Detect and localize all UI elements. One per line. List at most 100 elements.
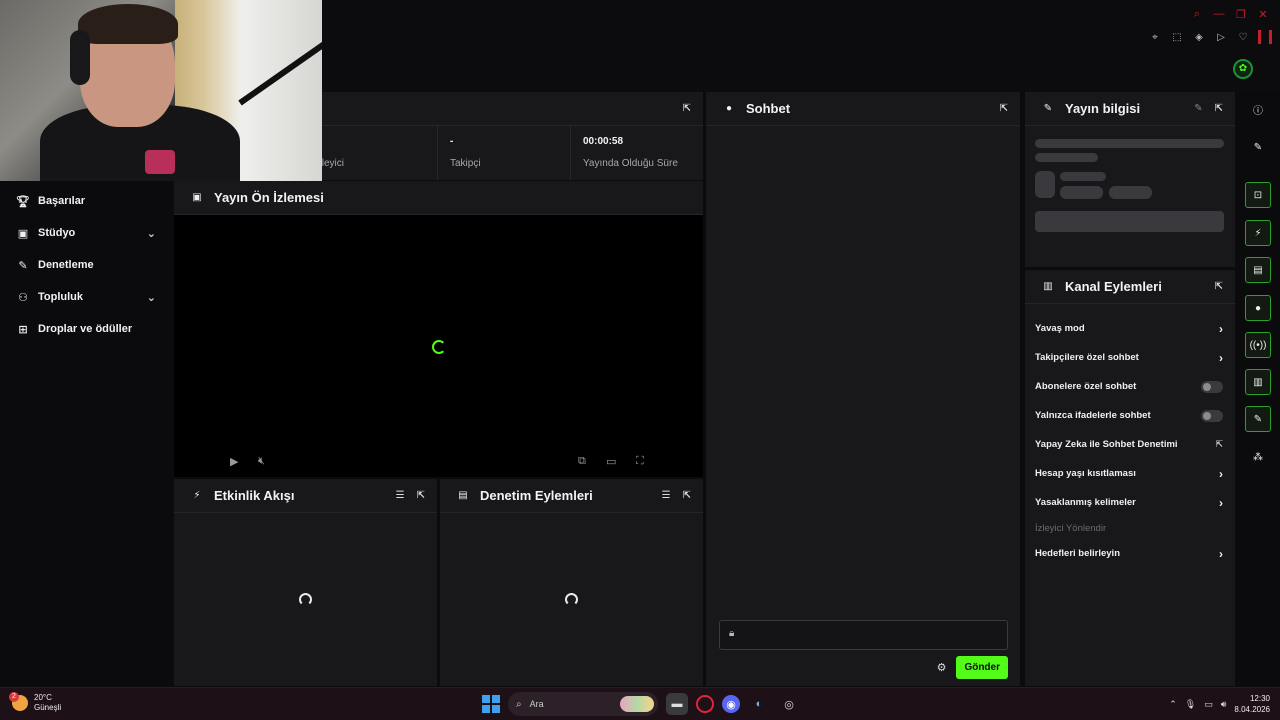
minimize-icon[interactable]: — [1212, 8, 1226, 21]
action-label: Takipçilere özel sohbet [1035, 352, 1139, 363]
stat-uptime-label: Yayında Olduğu Süre [583, 158, 678, 169]
broadcast-icon[interactable]: ((•)) [1245, 332, 1271, 358]
heart-icon[interactable]: ♡ [1236, 32, 1250, 43]
pin-icon[interactable]: ⌖ [1148, 32, 1162, 43]
send-button[interactable]: Gönder [956, 656, 1008, 679]
info-icon[interactable]: ⓘ [1245, 96, 1271, 122]
stat-uptime: 00:00:58 Yayında Olduğu Süre [571, 126, 703, 180]
date: 8.04.2026 [1234, 705, 1270, 714]
obs-icon[interactable]: ◎ [778, 693, 800, 715]
document-icon[interactable]: ▤ [1245, 257, 1271, 283]
add-widget-icon[interactable]: ⁂ [1245, 444, 1271, 470]
sidebar-item-achievements[interactable]: 🏆︎ Başarılar [0, 185, 172, 217]
skeleton-line [1035, 139, 1224, 148]
popout-icon[interactable]: ⇱ [683, 103, 691, 114]
sidebar-item-studio[interactable]: ▣ Stüdyo ⌄ [0, 217, 172, 249]
chevron-up-icon[interactable]: ⌃ [1169, 699, 1177, 710]
sidebar-item-label: Başarılar [38, 195, 86, 207]
action-ai-moderation[interactable]: Yapay Zeka ile Sohbet Denetimi ⇱ [1025, 430, 1235, 459]
modactions-panel-header: ▤ Denetim Eylemleri ☰ ⇱ [440, 479, 703, 513]
restore-icon[interactable]: ❐ [1234, 8, 1248, 21]
opera-browser-icon[interactable] [696, 695, 714, 713]
volume-icon[interactable]: 🔊︎ [1221, 699, 1227, 710]
steam-icon[interactable]: ◐ [748, 693, 770, 715]
focus-icon[interactable]: ⊡ [1245, 182, 1271, 208]
temperature: 20°C [34, 693, 52, 702]
discord-icon[interactable]: ◉ [722, 695, 740, 713]
action-label: Yavaş mod [1035, 323, 1085, 334]
chevron-right-icon: › [1219, 546, 1223, 561]
activity-title: Etkinlik Akışı [214, 488, 295, 503]
play-icon[interactable]: ▶ [230, 455, 238, 468]
popout-icon[interactable]: ⇱ [417, 490, 425, 501]
weather-widget[interactable]: 2 20°C Güneşli [9, 692, 61, 713]
sidebar-toggle-bar-2[interactable] [1269, 30, 1272, 44]
loading-spinner [432, 340, 446, 354]
filter-icon[interactable]: ☰ [662, 490, 671, 501]
chevron-down-icon[interactable]: ⌄ [147, 291, 156, 304]
windows-start-icon[interactable] [482, 695, 500, 713]
edit-icon[interactable]: ✎ [1245, 134, 1271, 160]
sidebar-item-community[interactable]: ⚇ Topluluk ⌄ [0, 281, 172, 313]
sidebar-item-label: Stüdyo [38, 227, 76, 239]
clock[interactable]: 12:30 8.04.2026 [1234, 693, 1270, 715]
moderation-actions-panel: ▤ Denetim Eylemleri ☰ ⇱ [440, 479, 703, 686]
sidebar-toggle-bar[interactable] [1258, 30, 1261, 44]
sun-icon: 2 [9, 692, 28, 711]
chat-send-row: ⚙ Gönder [719, 656, 1008, 679]
fullscreen-icon[interactable]: ⛶ [636, 455, 644, 468]
filter-icon[interactable]: ☰ [396, 490, 405, 501]
document-icon: ▤ [458, 490, 468, 501]
bolt-icon[interactable]: ⚡︎ [1245, 220, 1271, 246]
theater-mode-icon[interactable]: ▭ [606, 455, 616, 468]
skeleton-thumb [1035, 171, 1055, 198]
chat-bubble-icon[interactable]: ● [1245, 295, 1271, 321]
stat-followers-label: Takipçi [450, 158, 481, 169]
search-icon[interactable]: ⌕ [1190, 8, 1204, 21]
screenshot-icon[interactable]: ⬚ [1170, 32, 1184, 43]
action-emotes-only: Yalnızca ifadelerle sohbet [1025, 401, 1235, 430]
mute-icon[interactable]: 🔇︎ [258, 455, 265, 468]
emotes-only-toggle[interactable] [1201, 409, 1223, 422]
webcam-headset [70, 30, 90, 85]
stream-preview-panel: ▣ Yayın Ön İzlemesi ▶ 🔇︎ ⧉ ▭ ⛶ [174, 181, 703, 477]
action-account-age[interactable]: Hesap yaşı kısıtlaması › [1025, 459, 1235, 488]
profile-avatar-icon[interactable]: ✿ [1233, 59, 1253, 79]
action-host-viewers: İzleyici Yönlendir [1025, 517, 1235, 539]
action-banned-words[interactable]: Yasaklanmış kelimeler › [1025, 488, 1235, 517]
chat-message-input[interactable]: 🔒︎ [719, 620, 1008, 650]
popout-icon[interactable]: ⇱ [683, 490, 691, 501]
webcam-overlay [0, 0, 322, 181]
play-icon[interactable]: ▷ [1214, 32, 1228, 43]
action-set-goals[interactable]: Hedefleri belirleyin › [1025, 539, 1235, 568]
channel-actions-icon: ▥ [1043, 281, 1053, 292]
action-slow-mode[interactable]: Yavaş mod › [1025, 314, 1235, 343]
video-player[interactable]: ▶ 🔇︎ ⧉ ▭ ⛶ [174, 215, 703, 477]
gear-icon[interactable]: ⚙ [937, 661, 947, 674]
popout-icon[interactable]: ⇱ [1215, 103, 1223, 114]
microphone-icon[interactable]: 🎙︎ [1185, 699, 1196, 710]
wrench-icon[interactable]: ✎ [1245, 406, 1271, 432]
action-subscribers-only: Abonelere özel sohbet [1025, 372, 1235, 401]
sidebar-item-label: Denetleme [38, 259, 94, 271]
trophy-icon: 🏆︎ [16, 195, 30, 208]
action-label: Yapay Zeka ile Sohbet Denetimi [1035, 439, 1178, 450]
picture-in-picture-icon[interactable]: ⧉ [578, 455, 586, 468]
subscribers-only-toggle[interactable] [1201, 380, 1223, 393]
skeleton-line [1060, 172, 1106, 181]
taskbar-search[interactable]: ⌕ Ara [508, 692, 658, 716]
gift-icon: ⊞ [18, 323, 28, 336]
chevron-down-icon[interactable]: ⌄ [147, 227, 156, 240]
popout-icon[interactable]: ⇱ [1215, 281, 1223, 292]
sidebar-item-moderation[interactable]: ✎ Denetleme [0, 249, 172, 281]
shield-icon[interactable]: ◈ [1192, 32, 1206, 43]
close-icon[interactable]: ✕ [1256, 8, 1270, 21]
edit-icon[interactable]: ✎ [1194, 103, 1202, 114]
action-followers-only[interactable]: Takipçilere özel sohbet › [1025, 343, 1235, 372]
file-explorer-icon[interactable]: ▬ [666, 693, 688, 715]
display-icon[interactable]: ▭ [1204, 699, 1213, 710]
sidebar-item-drops[interactable]: ⊞ Droplar ve ödüller [0, 313, 172, 345]
channel-actions-icon[interactable]: ▥ [1245, 369, 1271, 395]
browser-toolbar: ⌖ ⬚ ◈ ▷ ♡ [1148, 30, 1272, 44]
popout-icon[interactable]: ⇱ [1000, 103, 1008, 114]
